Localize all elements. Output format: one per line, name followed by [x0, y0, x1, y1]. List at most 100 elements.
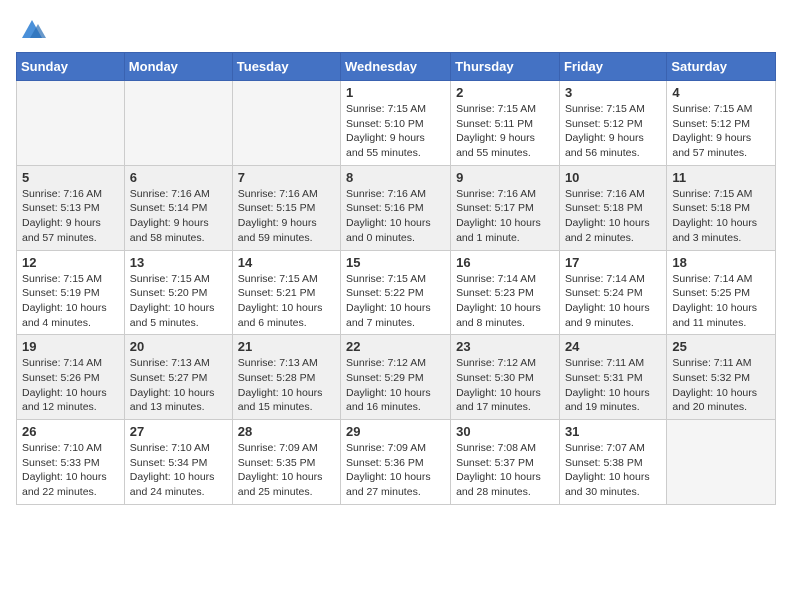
day-number: 24: [565, 339, 661, 354]
day-number: 31: [565, 424, 661, 439]
calendar-cell: 25 Sunrise: 7:11 AM Sunset: 5:32 PM Dayli…: [667, 335, 776, 420]
calendar-cell: 3 Sunrise: 7:15 AM Sunset: 5:12 PM Daylig…: [559, 81, 666, 166]
day-number: 4: [672, 85, 770, 100]
calendar-cell: 17 Sunrise: 7:14 AM Sunset: 5:24 PM Dayli…: [559, 250, 666, 335]
day-info: Sunrise: 7:13 AM Sunset: 5:28 PM Dayligh…: [238, 356, 335, 415]
weekday-header: Thursday: [451, 53, 560, 81]
calendar-cell: [124, 81, 232, 166]
day-number: 13: [130, 255, 227, 270]
day-info: Sunrise: 7:15 AM Sunset: 5:19 PM Dayligh…: [22, 272, 119, 331]
day-info: Sunrise: 7:12 AM Sunset: 5:30 PM Dayligh…: [456, 356, 554, 415]
calendar-cell: 29 Sunrise: 7:09 AM Sunset: 5:36 PM Dayli…: [341, 420, 451, 505]
day-number: 12: [22, 255, 119, 270]
day-info: Sunrise: 7:15 AM Sunset: 5:10 PM Dayligh…: [346, 102, 445, 161]
weekday-header: Friday: [559, 53, 666, 81]
calendar-cell: [232, 81, 340, 166]
calendar-cell: 13 Sunrise: 7:15 AM Sunset: 5:20 PM Dayli…: [124, 250, 232, 335]
calendar-cell: 5 Sunrise: 7:16 AM Sunset: 5:13 PM Daylig…: [17, 165, 125, 250]
day-info: Sunrise: 7:11 AM Sunset: 5:32 PM Dayligh…: [672, 356, 770, 415]
calendar-cell: 30 Sunrise: 7:08 AM Sunset: 5:37 PM Dayli…: [451, 420, 560, 505]
day-number: 26: [22, 424, 119, 439]
day-number: 10: [565, 170, 661, 185]
calendar-cell: 22 Sunrise: 7:12 AM Sunset: 5:29 PM Dayli…: [341, 335, 451, 420]
day-info: Sunrise: 7:15 AM Sunset: 5:18 PM Dayligh…: [672, 187, 770, 246]
calendar-week-row: 26 Sunrise: 7:10 AM Sunset: 5:33 PM Dayli…: [17, 420, 776, 505]
day-info: Sunrise: 7:16 AM Sunset: 5:18 PM Dayligh…: [565, 187, 661, 246]
day-number: 22: [346, 339, 445, 354]
calendar-cell: [17, 81, 125, 166]
day-number: 29: [346, 424, 445, 439]
day-number: 23: [456, 339, 554, 354]
calendar-cell: 7 Sunrise: 7:16 AM Sunset: 5:15 PM Daylig…: [232, 165, 340, 250]
calendar-cell: 19Sunrise: 7:14 AM Sunset: 5:26 PM Dayli…: [17, 335, 125, 420]
day-number: 3: [565, 85, 661, 100]
day-info: Sunrise: 7:16 AM Sunset: 5:14 PM Dayligh…: [130, 187, 227, 246]
weekday-header: Wednesday: [341, 53, 451, 81]
day-number: 5: [22, 170, 119, 185]
day-info: Sunrise: 7:10 AM Sunset: 5:33 PM Dayligh…: [22, 441, 119, 500]
calendar-cell: 15 Sunrise: 7:15 AM Sunset: 5:22 PM Dayli…: [341, 250, 451, 335]
day-number: 27: [130, 424, 227, 439]
calendar-cell: 1 Sunrise: 7:15 AM Sunset: 5:10 PM Daylig…: [341, 81, 451, 166]
page-header: [16, 16, 776, 40]
day-info: Sunrise: 7:08 AM Sunset: 5:37 PM Dayligh…: [456, 441, 554, 500]
day-info: Sunrise: 7:12 AM Sunset: 5:29 PM Dayligh…: [346, 356, 445, 415]
day-info: Sunrise: 7:11 AM Sunset: 5:31 PM Dayligh…: [565, 356, 661, 415]
calendar-cell: 27 Sunrise: 7:10 AM Sunset: 5:34 PM Dayli…: [124, 420, 232, 505]
day-number: 20: [130, 339, 227, 354]
day-number: 14: [238, 255, 335, 270]
calendar-week-row: 19Sunrise: 7:14 AM Sunset: 5:26 PM Dayli…: [17, 335, 776, 420]
day-number: 7: [238, 170, 335, 185]
day-info: Sunrise: 7:09 AM Sunset: 5:35 PM Dayligh…: [238, 441, 335, 500]
calendar-cell: 18 Sunrise: 7:14 AM Sunset: 5:25 PM Dayli…: [667, 250, 776, 335]
calendar-cell: 14 Sunrise: 7:15 AM Sunset: 5:21 PM Dayli…: [232, 250, 340, 335]
day-number: 9: [456, 170, 554, 185]
day-number: 18: [672, 255, 770, 270]
day-info: Sunrise: 7:15 AM Sunset: 5:20 PM Dayligh…: [130, 272, 227, 331]
day-info: Sunrise: 7:09 AM Sunset: 5:36 PM Dayligh…: [346, 441, 445, 500]
calendar-week-row: 5 Sunrise: 7:16 AM Sunset: 5:13 PM Daylig…: [17, 165, 776, 250]
calendar-cell: 9 Sunrise: 7:16 AM Sunset: 5:17 PM Daylig…: [451, 165, 560, 250]
day-info: Sunrise: 7:13 AM Sunset: 5:27 PM Dayligh…: [130, 356, 227, 415]
day-info: Sunrise: 7:15 AM Sunset: 5:22 PM Dayligh…: [346, 272, 445, 331]
day-info: Sunrise: 7:16 AM Sunset: 5:17 PM Dayligh…: [456, 187, 554, 246]
day-info: Sunrise: 7:14 AM Sunset: 5:24 PM Dayligh…: [565, 272, 661, 331]
day-number: 15: [346, 255, 445, 270]
logo: [16, 16, 46, 40]
weekday-header: Saturday: [667, 53, 776, 81]
day-info: Sunrise: 7:10 AM Sunset: 5:34 PM Dayligh…: [130, 441, 227, 500]
day-number: 28: [238, 424, 335, 439]
day-info: Sunrise: 7:15 AM Sunset: 5:12 PM Dayligh…: [565, 102, 661, 161]
calendar-cell: 23 Sunrise: 7:12 AM Sunset: 5:30 PM Dayli…: [451, 335, 560, 420]
day-info: Sunrise: 7:15 AM Sunset: 5:11 PM Dayligh…: [456, 102, 554, 161]
calendar-week-row: 1 Sunrise: 7:15 AM Sunset: 5:10 PM Daylig…: [17, 81, 776, 166]
day-number: 25: [672, 339, 770, 354]
calendar-cell: 31Sunrise: 7:07 AM Sunset: 5:38 PM Dayli…: [559, 420, 666, 505]
weekday-header: Tuesday: [232, 53, 340, 81]
calendar-cell: 26 Sunrise: 7:10 AM Sunset: 5:33 PM Dayli…: [17, 420, 125, 505]
day-number: 2: [456, 85, 554, 100]
day-number: 1: [346, 85, 445, 100]
day-info: Sunrise: 7:14 AM Sunset: 5:25 PM Dayligh…: [672, 272, 770, 331]
calendar-cell: 20 Sunrise: 7:13 AM Sunset: 5:27 PM Dayli…: [124, 335, 232, 420]
day-number: 8: [346, 170, 445, 185]
logo-icon: [18, 16, 46, 44]
weekday-header: Sunday: [17, 53, 125, 81]
day-info: Sunrise: 7:16 AM Sunset: 5:13 PM Dayligh…: [22, 187, 119, 246]
day-info: Sunrise: 7:15 AM Sunset: 5:21 PM Dayligh…: [238, 272, 335, 331]
calendar-week-row: 12 Sunrise: 7:15 AM Sunset: 5:19 PM Dayli…: [17, 250, 776, 335]
day-info: Sunrise: 7:16 AM Sunset: 5:15 PM Dayligh…: [238, 187, 335, 246]
day-number: 17: [565, 255, 661, 270]
calendar-cell: 24 Sunrise: 7:11 AM Sunset: 5:31 PM Dayli…: [559, 335, 666, 420]
calendar: SundayMondayTuesdayWednesdayThursdayFrid…: [16, 52, 776, 505]
day-info: Sunrise: 7:16 AM Sunset: 5:16 PM Dayligh…: [346, 187, 445, 246]
weekday-header: Monday: [124, 53, 232, 81]
calendar-cell: 28 Sunrise: 7:09 AM Sunset: 5:35 PM Dayli…: [232, 420, 340, 505]
day-number: 16: [456, 255, 554, 270]
calendar-cell: 4 Sunrise: 7:15 AM Sunset: 5:12 PM Daylig…: [667, 81, 776, 166]
calendar-cell: 21Sunrise: 7:13 AM Sunset: 5:28 PM Dayli…: [232, 335, 340, 420]
calendar-cell: 10 Sunrise: 7:16 AM Sunset: 5:18 PM Dayli…: [559, 165, 666, 250]
day-number: 30: [456, 424, 554, 439]
calendar-cell: 2 Sunrise: 7:15 AM Sunset: 5:11 PM Daylig…: [451, 81, 560, 166]
day-info: Sunrise: 7:15 AM Sunset: 5:12 PM Dayligh…: [672, 102, 770, 161]
